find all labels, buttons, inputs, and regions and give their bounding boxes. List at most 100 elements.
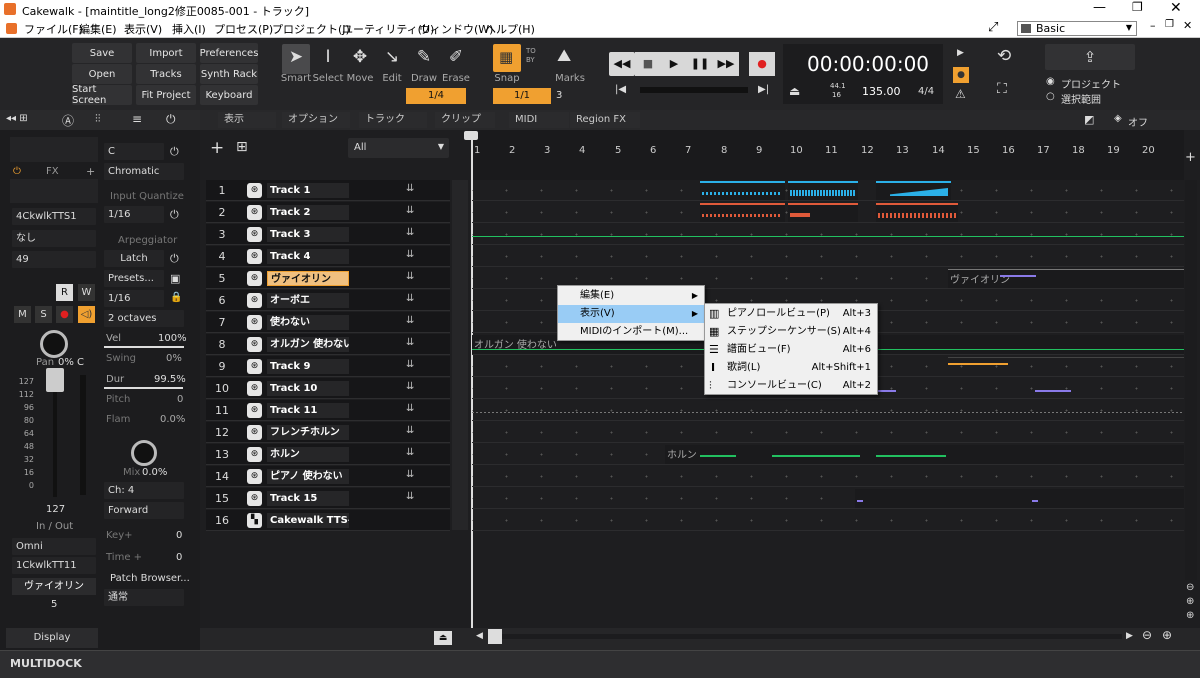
fx-add-icon[interactable]: + bbox=[86, 165, 95, 178]
channel-select[interactable]: Ch: 4 bbox=[104, 482, 184, 499]
track-name[interactable]: フレンチホルン bbox=[267, 425, 349, 440]
volume-fader[interactable] bbox=[46, 368, 64, 392]
fx-power-icon[interactable]: ⏻ bbox=[13, 166, 21, 177]
edit-tool-icon[interactable]: ↘ bbox=[377, 47, 407, 67]
restore-doc-button[interactable]: ❐ bbox=[1165, 19, 1174, 30]
key-select[interactable]: C bbox=[104, 143, 164, 160]
iq-power-icon[interactable]: ⏻ bbox=[170, 208, 179, 222]
track-name[interactable]: 使わない bbox=[267, 315, 349, 330]
list-tab-icon[interactable]: ≡ bbox=[132, 112, 142, 126]
clip-track2-a[interactable] bbox=[700, 203, 785, 222]
scroll-left-icon[interactable]: ◀ bbox=[476, 631, 483, 641]
menu-insert[interactable]: 挿入(I) bbox=[172, 21, 206, 37]
track-expand-icon[interactable]: ⇊ bbox=[406, 271, 414, 282]
submenu-console-view[interactable]: ⫶ コンソールビュー(C) Alt+2 bbox=[705, 377, 877, 395]
collapse-tracks-button[interactable]: ⏏ bbox=[434, 631, 452, 645]
track-name[interactable]: Track 9 bbox=[267, 359, 349, 374]
track-row-14[interactable]: 14 ⊛ ピアノ 使わない ⇊ bbox=[206, 466, 450, 487]
record-arm-button[interactable]: ● bbox=[56, 306, 73, 323]
vertical-scrollbar[interactable] bbox=[1185, 180, 1197, 580]
move-tool-icon[interactable]: ✥ bbox=[345, 47, 375, 67]
add-folder-icon[interactable]: ⊞ bbox=[236, 139, 248, 155]
zoom-in-vertical-small-icon[interactable]: ⊕ bbox=[1186, 596, 1194, 607]
read-button[interactable]: R bbox=[56, 284, 73, 301]
patch-browser-button[interactable]: Patch Browser... bbox=[110, 573, 190, 584]
zoom-in-vertical-icon[interactable]: + bbox=[1185, 150, 1196, 165]
latch-button[interactable]: Latch bbox=[104, 250, 164, 267]
min-doc-button[interactable]: – bbox=[1150, 19, 1156, 32]
horizontal-scroll-thumb[interactable] bbox=[488, 629, 502, 644]
tempo-value[interactable]: 135.00 bbox=[862, 85, 901, 98]
track-expand-icon[interactable]: ⇊ bbox=[406, 183, 414, 194]
track-row-3[interactable]: 3 ⊛ Track 3 ⇊ bbox=[206, 224, 450, 245]
arp-range-select[interactable]: 2 octaves bbox=[104, 310, 184, 327]
clip-lane-16[interactable] bbox=[472, 510, 1184, 531]
play-button[interactable]: ▶ bbox=[661, 52, 687, 76]
record-button[interactable]: ● bbox=[749, 52, 775, 76]
track-name-selected[interactable]: ヴァイオリン bbox=[267, 271, 349, 286]
menu-process[interactable]: プロセス(P) bbox=[214, 21, 273, 37]
track-row-6[interactable]: 6 ⊛ オーボエ ⇊ bbox=[206, 290, 450, 311]
input-select[interactable]: Omni bbox=[12, 538, 96, 555]
dur-bar[interactable] bbox=[104, 387, 183, 389]
arp-power-icon[interactable]: ⏻ bbox=[170, 252, 179, 266]
arp-save-icon[interactable]: ▣ bbox=[170, 272, 180, 285]
close-button[interactable]: ✕ bbox=[1170, 0, 1182, 16]
workspace-select[interactable]: Basic ▼ bbox=[1017, 21, 1137, 36]
tracks-button[interactable]: Tracks bbox=[136, 64, 196, 84]
track-name[interactable]: ピアノ 使わない bbox=[267, 469, 349, 484]
start-screen-button[interactable]: Start Screen bbox=[72, 84, 132, 106]
track-row-2[interactable]: 2 ⊛ Track 2 ⇊ bbox=[206, 202, 450, 223]
track-name[interactable]: Track 10 bbox=[267, 381, 349, 396]
clip-lane-3[interactable] bbox=[472, 224, 1184, 245]
save-button[interactable]: Save bbox=[72, 43, 132, 63]
snap-aux-value[interactable]: 3 bbox=[556, 90, 562, 101]
key-power-icon[interactable]: ⏻ bbox=[170, 145, 179, 159]
inspector-menu-icon[interactable]: ◂◂ ⊞ bbox=[6, 113, 28, 124]
track-expand-icon[interactable]: ⇊ bbox=[406, 447, 414, 458]
input-echo-button[interactable]: ◁) bbox=[78, 306, 95, 323]
submenu-staff-view[interactable]: ☰ 譜面ビュー(F) Alt+6 bbox=[705, 341, 877, 359]
track-expand-icon[interactable]: ⇊ bbox=[406, 381, 414, 392]
marks-icon[interactable]: ⛰ bbox=[557, 46, 571, 66]
mode-select[interactable]: 通常 bbox=[104, 589, 184, 606]
track-name[interactable]: Track 3 bbox=[267, 227, 349, 242]
synth-rack-button[interactable]: Synth Rack bbox=[200, 64, 258, 84]
import-button[interactable]: Import bbox=[136, 43, 196, 63]
clip-lane-12[interactable] bbox=[472, 422, 1184, 443]
track-name[interactable]: ホルン bbox=[267, 447, 349, 462]
track-row-4[interactable]: 4 ⊛ Track 4 ⇊ bbox=[206, 246, 450, 267]
scroll-right-icon[interactable]: ▶ bbox=[1126, 631, 1133, 641]
erase-tool-icon[interactable]: ✐ bbox=[441, 47, 471, 67]
dur-value[interactable]: 99.5% bbox=[154, 374, 186, 385]
close-doc-button[interactable]: ✕ bbox=[1183, 19, 1192, 32]
track-expand-icon[interactable]: ⇊ bbox=[406, 227, 414, 238]
track-name[interactable]: Track 15 bbox=[267, 491, 349, 506]
track-expand-icon[interactable]: ⇊ bbox=[406, 425, 414, 436]
snap-resolution-select[interactable]: 1/1 bbox=[493, 88, 551, 104]
patch-select[interactable]: 49 bbox=[12, 251, 96, 268]
menu-help[interactable]: ヘルプ(H) bbox=[485, 21, 535, 37]
add-track-icon[interactable]: + bbox=[210, 138, 224, 158]
menu-edit[interactable]: 編集(E) bbox=[79, 21, 117, 37]
expand-icon[interactable]: ⤢ bbox=[988, 20, 998, 35]
lanes-icon[interactable]: ◩ bbox=[1084, 113, 1094, 126]
track-row-13[interactable]: 13 ⊛ ホルン ⇊ bbox=[206, 444, 450, 465]
direction-select[interactable]: Forward bbox=[104, 502, 184, 519]
track-filter-select[interactable]: All ▼ bbox=[348, 138, 449, 158]
track-row-11[interactable]: 11 ⊛ Track 11 ⇊ bbox=[206, 400, 450, 421]
vel-value[interactable]: 100% bbox=[158, 333, 187, 344]
minimize-button[interactable]: — bbox=[1093, 0, 1106, 15]
meter-value[interactable]: 4/4 bbox=[918, 86, 934, 97]
track-name[interactable]: オーボエ bbox=[267, 293, 349, 308]
snap-off-label[interactable]: オフ bbox=[1128, 114, 1148, 129]
track-row-16[interactable]: 16 ▚ Cakewalk TTS- bbox=[206, 510, 450, 531]
track-row-7[interactable]: 7 ⊛ 使わない ⇊ bbox=[206, 312, 450, 333]
transport-menu-icon[interactable]: ▶ bbox=[957, 48, 964, 58]
view-menu[interactable]: 表示 bbox=[218, 112, 276, 128]
preferences-button[interactable]: Preferences bbox=[200, 43, 258, 63]
now-time-marker[interactable] bbox=[464, 131, 478, 140]
track-name[interactable]: Track 11 bbox=[267, 403, 349, 418]
pitch-value[interactable]: 0 bbox=[177, 394, 183, 405]
menu-view[interactable]: 表示(V) bbox=[124, 21, 162, 37]
